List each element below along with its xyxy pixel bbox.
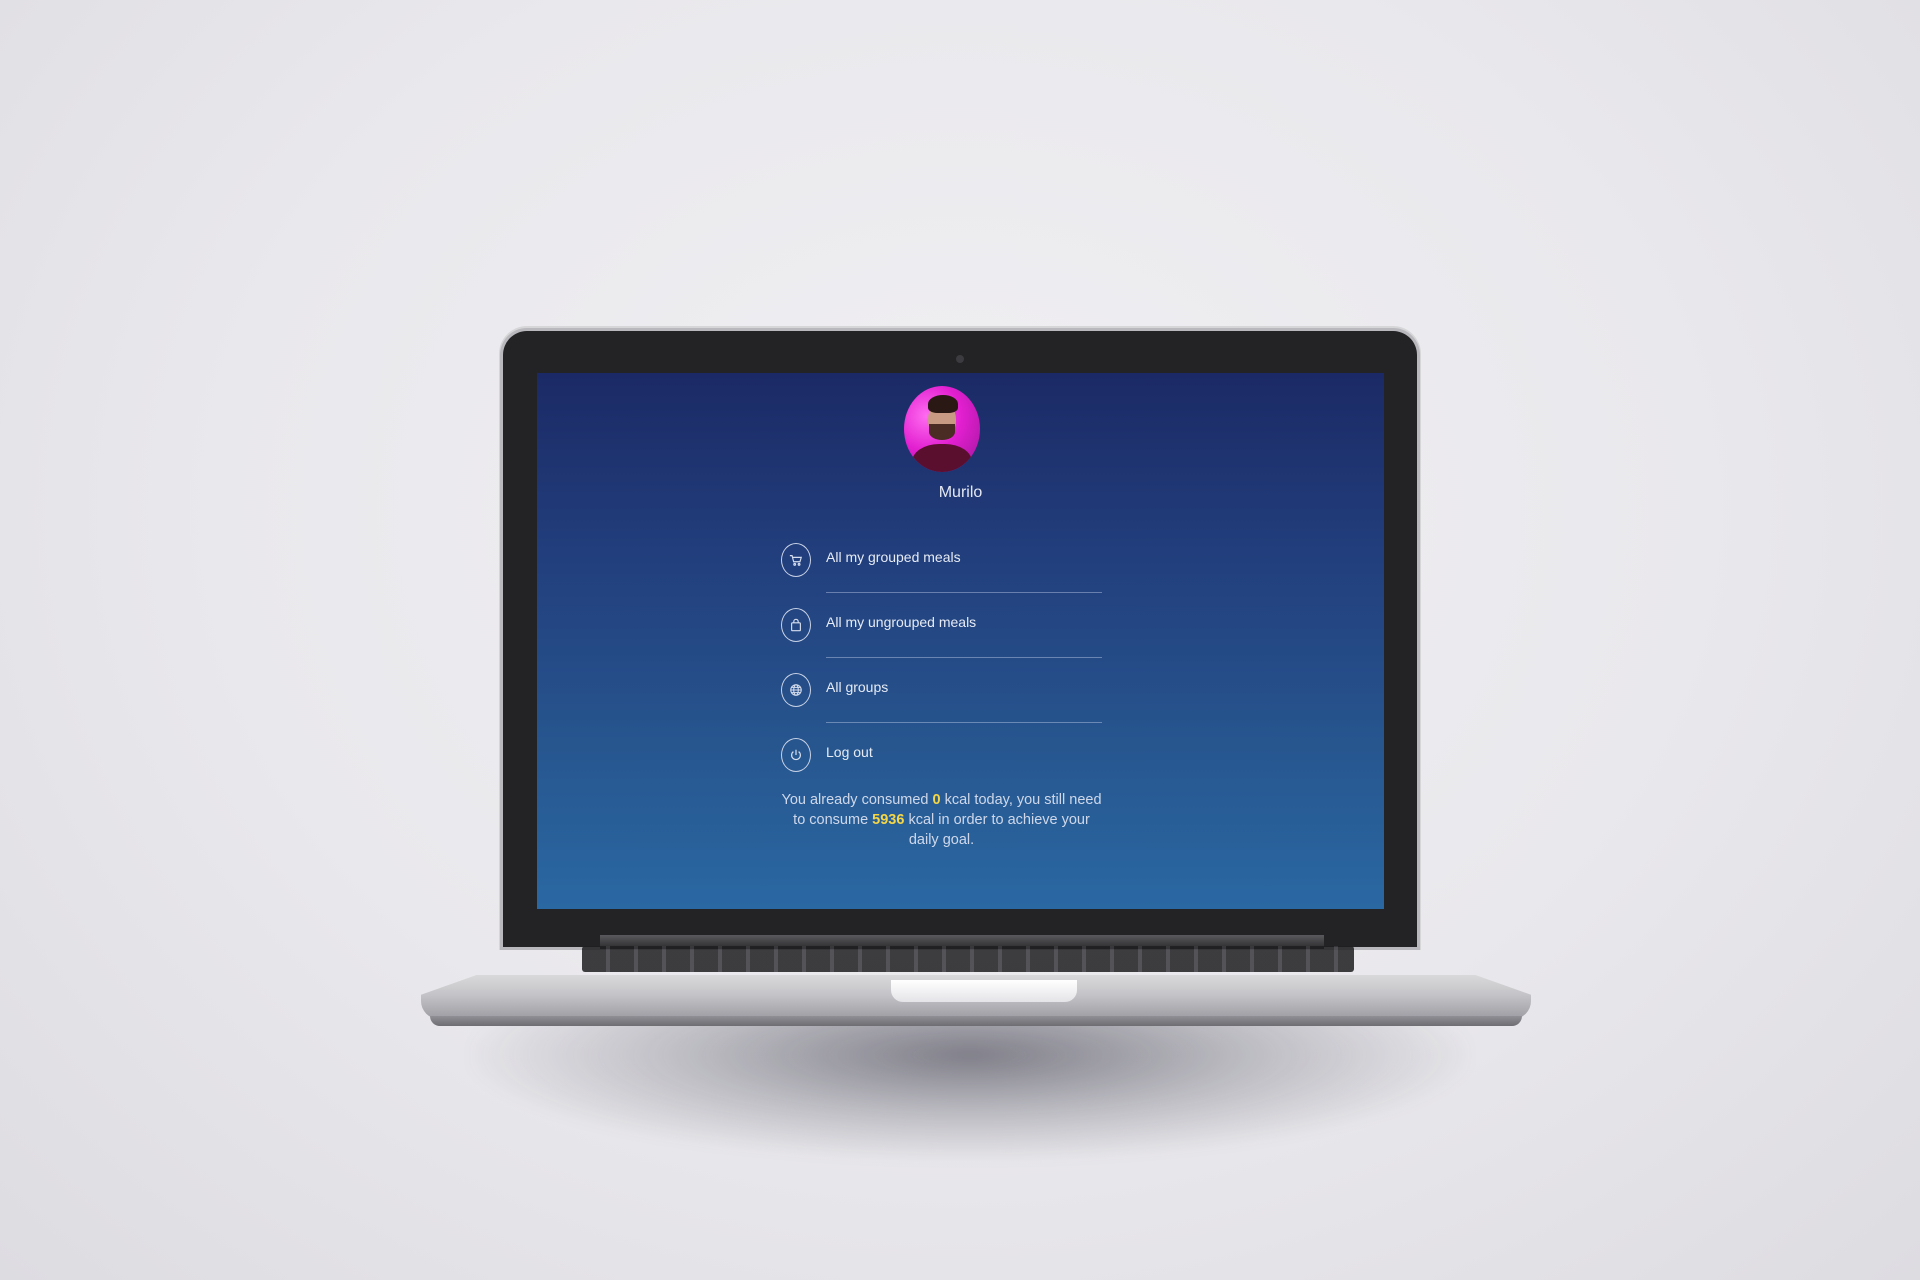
menu-divider [826, 722, 1102, 723]
power-icon [781, 738, 811, 772]
remaining-kcal: 5936 [872, 812, 905, 828]
menu-item-ungrouped-meals[interactable]: All my ungrouped meals [781, 608, 1102, 673]
menu-item-grouped-meals[interactable]: All my grouped meals [781, 543, 1102, 608]
main-menu: All my grouped meals All my ungrouped me… [781, 543, 1102, 803]
app-screen: Murilo All my grouped meals All my ungro… [537, 373, 1384, 909]
menu-label-ungrouped-meals: All my ungrouped meals [826, 614, 977, 630]
menu-label-grouped-meals: All my grouped meals [826, 549, 961, 565]
shopping-bag-icon [781, 608, 811, 642]
menu-label-all-groups: All groups [826, 679, 889, 695]
menu-label-log-out: Log out [826, 744, 873, 760]
laptop-base-edge [430, 1016, 1522, 1026]
avatar-hair [928, 395, 958, 413]
avatar[interactable] [904, 386, 980, 472]
globe-icon [781, 673, 811, 707]
laptop-keyboard [582, 946, 1354, 972]
menu-item-all-groups[interactable]: All groups [781, 673, 1102, 738]
menu-divider [826, 657, 1102, 658]
avatar-shirt [912, 444, 972, 472]
webcam [956, 355, 964, 363]
menu-divider [826, 592, 1102, 593]
summary-suffix: kcal in order to achieve your daily goal… [904, 812, 1090, 848]
laptop-notch [891, 980, 1077, 1002]
avatar-beard [929, 424, 955, 440]
summary-prefix: You already consumed [781, 792, 933, 808]
laptop-shadow [470, 1010, 1470, 1160]
user-name: Murilo [938, 484, 983, 501]
consumed-kcal: 0 [932, 792, 941, 808]
calorie-summary: You already consumed 0 kcal today, you s… [780, 790, 1103, 850]
shopping-cart-icon [781, 543, 811, 577]
